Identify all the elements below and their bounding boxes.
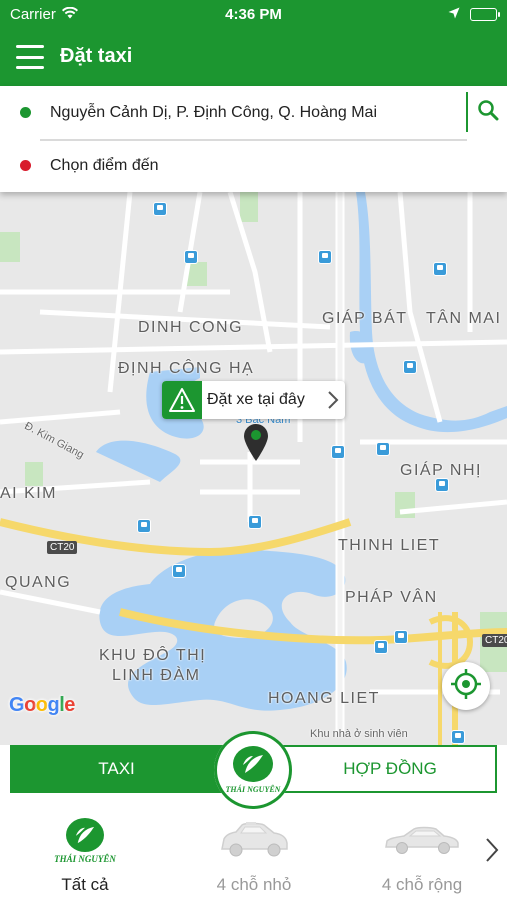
book-taxi-screen: Carrier 4:36 PM Đặt taxi Nguyễn Cảnh Dị,… [0,0,507,900]
category-small-4-seat[interactable]: 4 chỗ nhỏ [184,815,324,900]
bus-stop-icon [451,730,465,744]
map-label: PHÁP VÂN [345,589,438,606]
battery-icon [470,8,500,21]
search-icon [477,99,499,126]
category-logo-text: THÁI NGUYÊN [54,854,116,864]
pickup-address: Nguyễn Cảnh Dị, P. Định Công, Q. Hoàng M… [50,103,377,121]
route-panel: Nguyễn Cảnh Dị, P. Định Công, Q. Hoàng M… [0,86,507,192]
category-label: 4 chỗ nhỏ [216,875,292,894]
warning-icon [162,381,202,419]
bottom-panel: TAXI HỢP ĐỒNG THÁI NGUYÊN THÁI NGUYÊN Tấ… [0,731,507,900]
crosshair-icon [450,668,482,705]
map-label: THINH LIET [338,537,441,554]
road-badge: CT20 [47,541,78,554]
my-location-button[interactable] [442,662,490,710]
destination-dot-icon [20,160,31,171]
chevron-right-icon [327,390,339,415]
pickup-dot-icon [20,107,31,118]
google-logo: Google [9,694,75,716]
leaf-icon [233,746,273,782]
location-arrow-icon [448,6,460,23]
search-button[interactable] [466,92,507,132]
road-badge: CT20 [482,634,507,647]
map-view[interactable]: DINH CONG GIÁP BÁT TÂN MAI ĐỊNH CÔNG HẠ … [0,192,507,745]
map-label: LINH ĐÀM [112,667,201,684]
category-all[interactable]: THÁI NGUYÊN Tất cả [15,815,155,900]
bus-stop-icon [435,478,449,492]
map-label: HOANG LIET [268,690,380,707]
destination-field[interactable]: Chọn điểm đến [0,139,507,192]
bus-stop-icon [184,250,198,264]
status-bar: Carrier 4:36 PM [0,0,507,30]
bus-stop-icon [433,262,447,276]
brand-logo-text: THÁI NGUYÊN [225,785,281,794]
bus-stop-icon [374,640,388,654]
map-label: TÂN MAI [426,310,502,327]
bus-stop-icon [137,519,151,533]
bus-stop-icon [248,515,262,529]
callout-label: Đặt xe tại đây [207,391,305,408]
map-label: GIÁP NHỊ [400,462,482,479]
vehicle-categories: THÁI NGUYÊN Tất cả 4 chỗ nhỏ 4 chỗ rộng [0,815,507,900]
bus-stop-icon [403,360,417,374]
bus-stop-icon [394,630,408,644]
map-label: ĐỊNH CÔNG HẠ [118,360,255,377]
bus-stop-icon [172,564,186,578]
status-indicators [448,6,500,23]
hamburger-menu-icon[interactable] [16,45,44,69]
thai-nguyen-logo-icon: THÁI NGUYÊN [15,817,155,865]
location-pin-icon [242,422,270,467]
category-label: Tất cả [61,875,109,894]
book-here-callout[interactable]: Đặt xe tại đây [162,381,345,419]
bus-stop-icon [153,202,167,216]
brand-logo: THÁI NGUYÊN [214,731,292,809]
sedan-car-icon [352,817,492,865]
map-label: KHU ĐÔ THỊ [99,647,207,664]
map-label: GIÁP BÁT [322,310,408,327]
bus-stop-icon [376,442,390,456]
bus-stop-icon [331,445,345,459]
status-time: 4:36 PM [225,6,282,23]
small-car-icon [184,817,324,865]
map-label: Khu nhà ở sinh viên [310,728,408,740]
bus-stop-icon [318,250,332,264]
category-label: 4 chỗ rộng [381,875,463,894]
destination-placeholder: Chọn điểm đến [50,156,159,174]
chevron-right-icon[interactable] [485,837,499,868]
category-large-4-seat[interactable]: 4 chỗ rộng [352,815,492,900]
pickup-field[interactable]: Nguyễn Cảnh Dị, P. Định Công, Q. Hoàng M… [0,86,507,139]
page-title: Đặt taxi [60,45,133,67]
map-label: AI KIM [0,485,58,502]
map-label: DINH CONG [138,319,244,336]
map-label: QUANG [5,574,72,591]
app-bar: Đặt taxi [0,30,507,86]
